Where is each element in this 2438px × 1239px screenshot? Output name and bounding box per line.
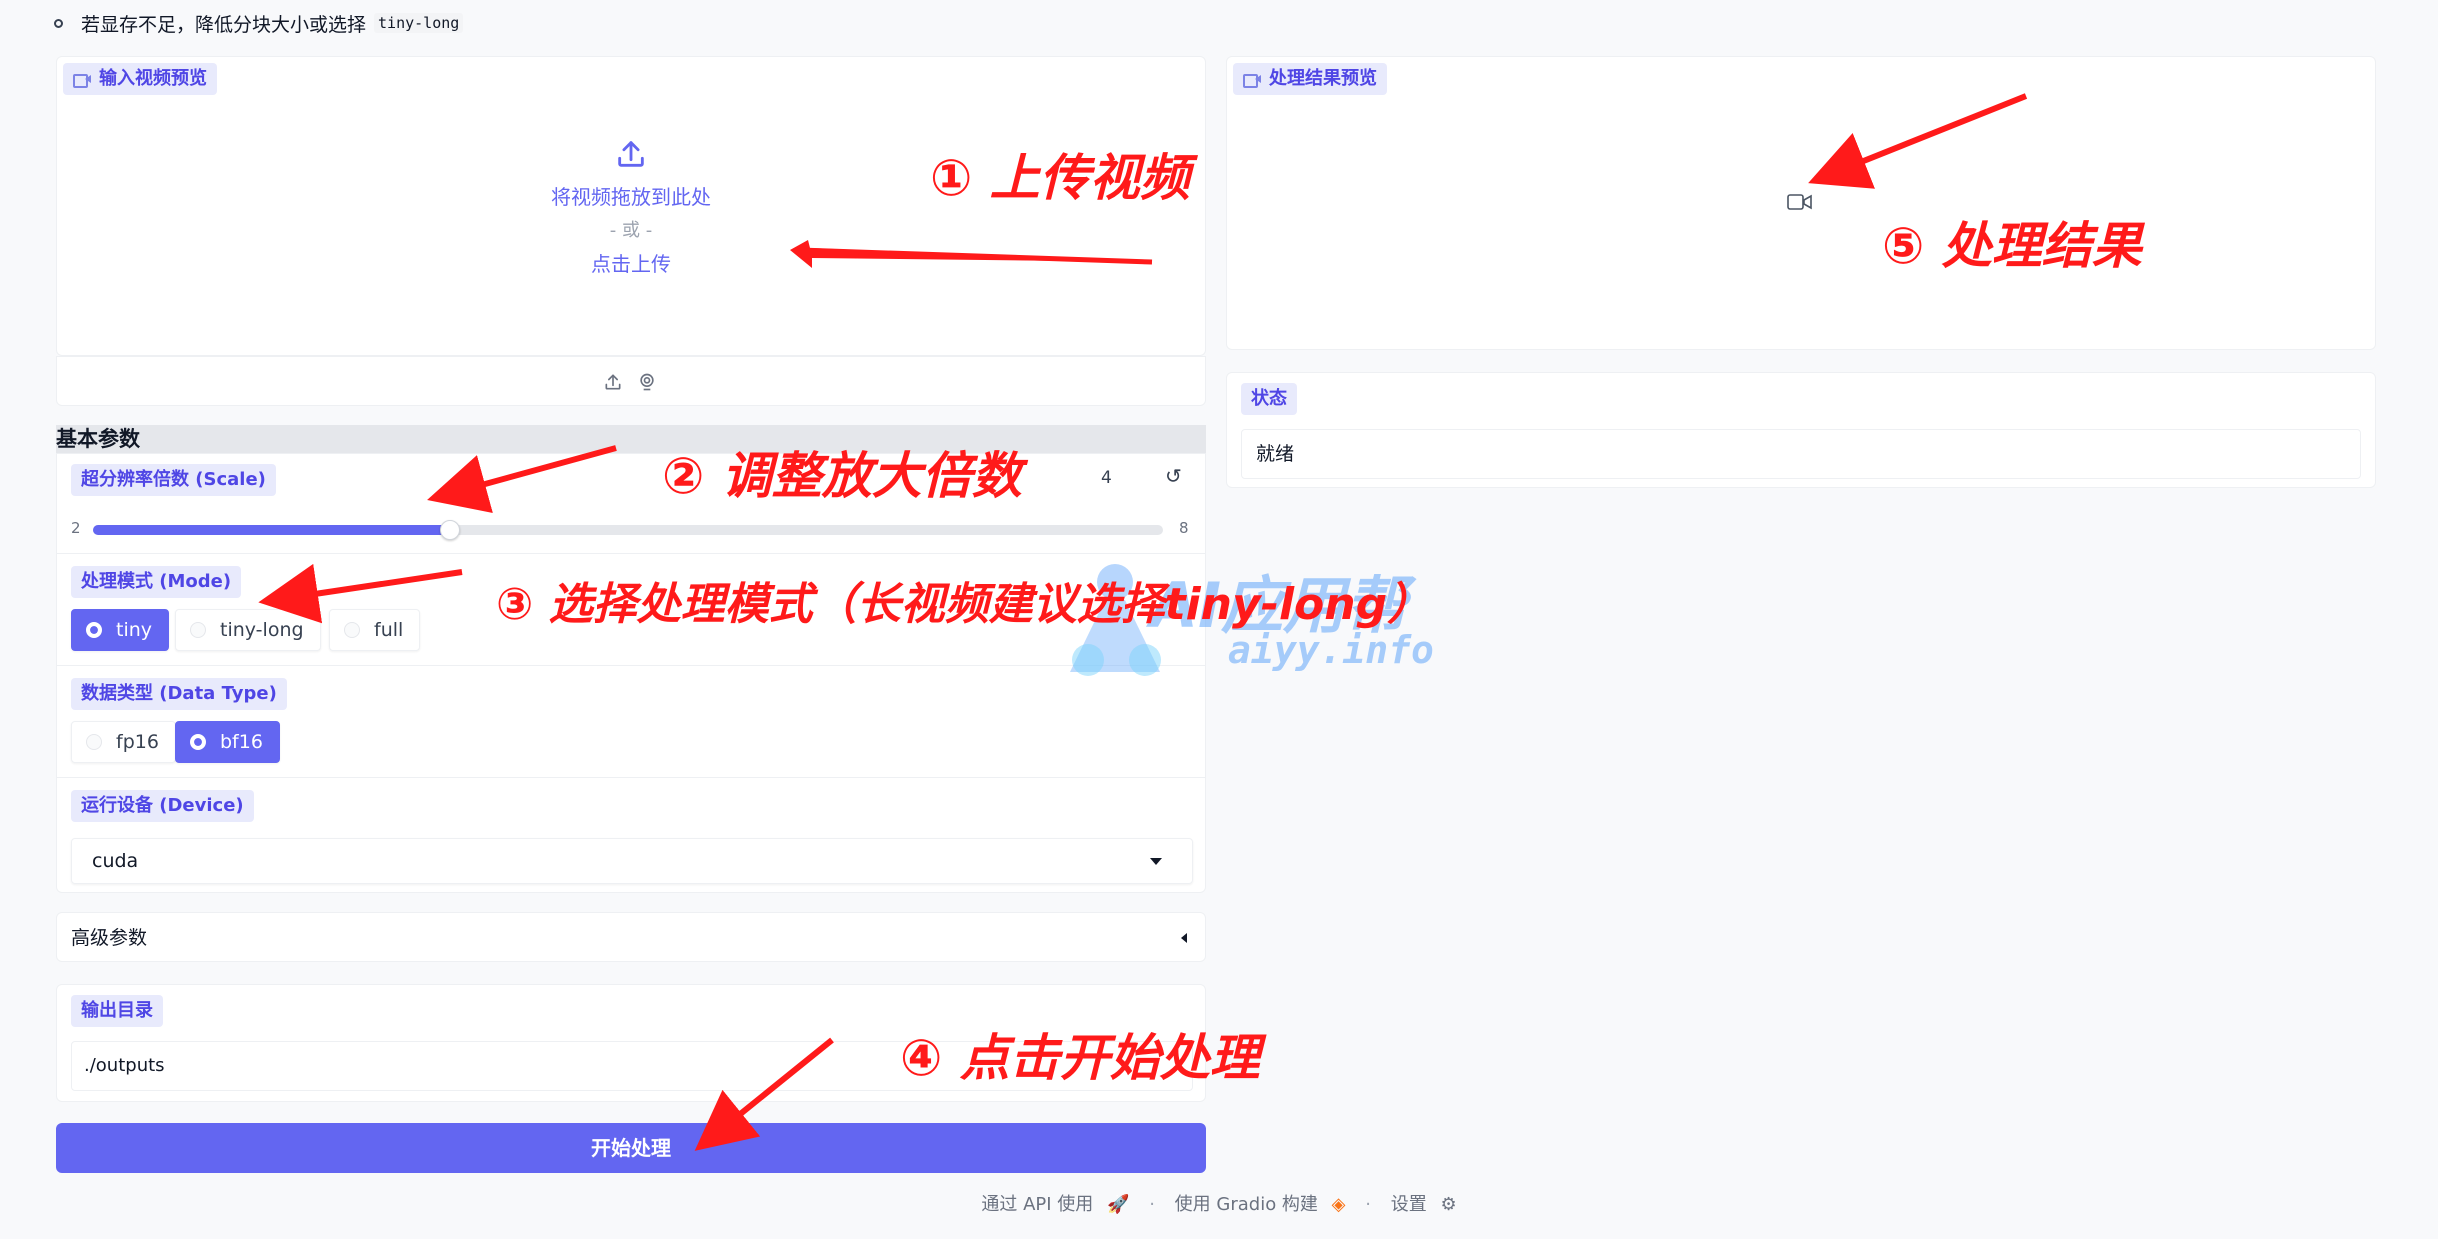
arrow-result xyxy=(1808,93,2028,189)
arrow-mode xyxy=(258,563,463,624)
arrow-upload xyxy=(790,240,1153,268)
annotation-arrows xyxy=(258,93,2028,1151)
arrow-scale xyxy=(427,445,617,513)
arrow-start xyxy=(694,1037,834,1151)
